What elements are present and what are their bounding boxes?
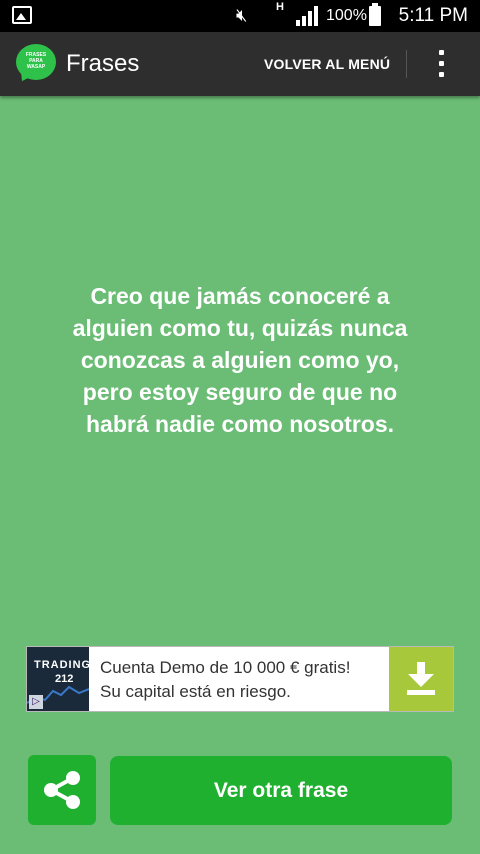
next-quote-button[interactable]: Ver otra frase (110, 756, 452, 825)
app-bar-divider (406, 50, 407, 78)
battery-icon (369, 3, 381, 26)
ad-headline: Cuenta Demo de 10 000 € gratis! (100, 658, 351, 677)
overflow-menu-icon[interactable] (436, 50, 446, 78)
ad-download-button[interactable] (389, 647, 453, 711)
gallery-icon (12, 6, 32, 24)
share-button[interactable] (28, 755, 96, 825)
quote-text: Creo que jamás conoceré a alguien como t… (72, 283, 408, 437)
mute-icon: 🔇︎ (236, 5, 248, 25)
clock: 5:11 PM (398, 5, 468, 26)
ad-info-icon[interactable]: ▷ (29, 695, 43, 709)
ad-brand-logo: TRADING 212 ▷ (27, 647, 90, 711)
signal-icon (296, 6, 318, 26)
app-logo: FRASES PARA WASAP (16, 44, 56, 85)
app-title: Frases (66, 50, 140, 77)
app-bar: FRASES PARA WASAP Frases VOLVER AL MENÚ (0, 32, 480, 96)
ad-banner[interactable]: TRADING 212 ▷ Cuenta Demo de 10 000 € gr… (26, 646, 454, 712)
status-bar: 🔇︎ H 100% 5:11 PM (0, 0, 480, 32)
share-icon (44, 771, 80, 809)
download-icon (407, 662, 435, 695)
battery-percent: 100% (326, 7, 367, 24)
ad-subline: Su capital está en riesgo. (100, 682, 291, 701)
back-to-menu-button[interactable]: VOLVER AL MENÚ (264, 56, 390, 72)
network-type: H (276, 1, 284, 13)
